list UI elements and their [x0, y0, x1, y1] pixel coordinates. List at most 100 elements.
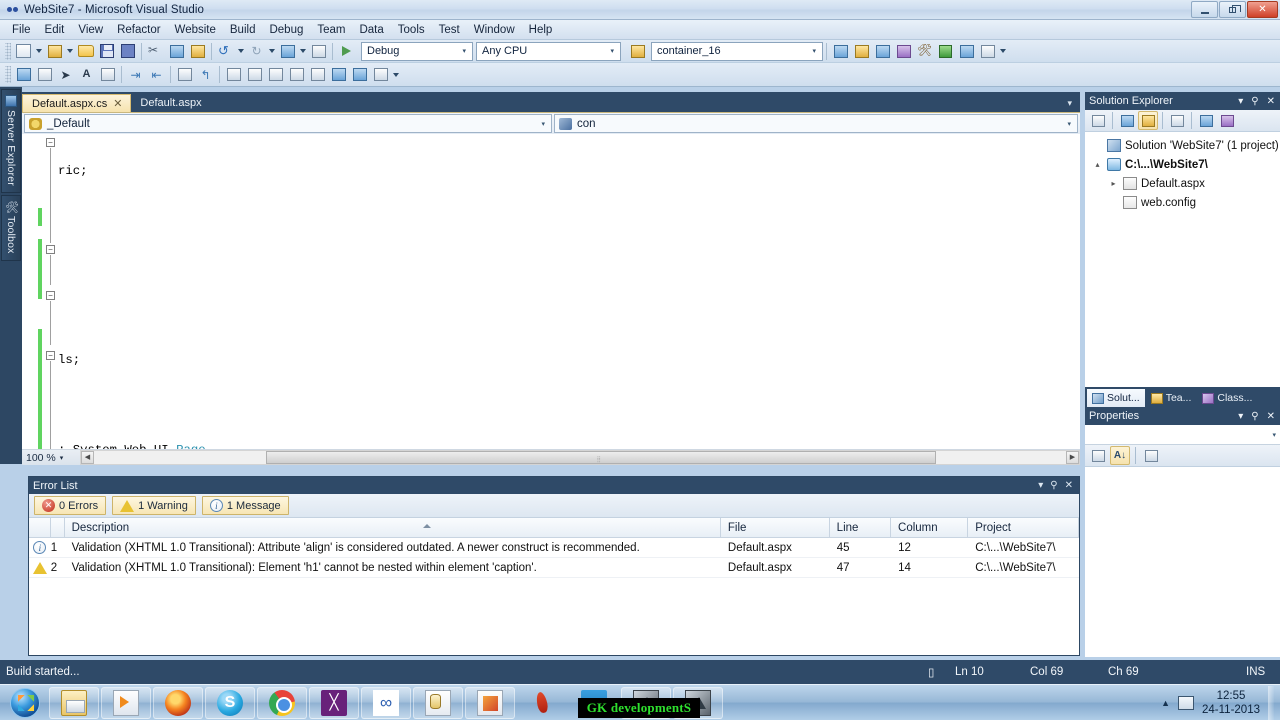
restore-button[interactable]	[1219, 1, 1246, 18]
redo-dropdown-icon[interactable]	[267, 41, 277, 61]
bookmark-folder-icon[interactable]	[307, 65, 328, 85]
start-debugging-icon[interactable]	[336, 41, 357, 61]
toolbar-gripper[interactable]	[5, 42, 11, 60]
navigate-fwd-icon[interactable]	[349, 65, 370, 85]
property-pages-icon[interactable]	[1141, 446, 1161, 465]
new-project-dropdown-icon[interactable]	[34, 41, 44, 61]
solution-configuration-combo[interactable]: Debug ▾	[361, 41, 473, 61]
scroll-right-icon[interactable]: ▶	[1066, 451, 1079, 464]
publish-icon[interactable]	[935, 41, 956, 61]
taskbar-item-firefox[interactable]	[153, 686, 203, 719]
sidebar-item-toolbox[interactable]: 🛠 Toolbox	[1, 194, 21, 261]
code-editor[interactable]: − − − − ric; ls; : System.Web.UI.Page ql…	[22, 134, 1080, 449]
tab-solution-explorer[interactable]: Solut...	[1087, 389, 1145, 407]
toolbar-gripper-2[interactable]	[5, 66, 11, 83]
toolbar-overflow-icon[interactable]	[998, 41, 1008, 61]
show-desktop-button[interactable]	[1268, 685, 1274, 720]
menu-view[interactable]: View	[71, 22, 110, 38]
paste-icon[interactable]	[187, 41, 208, 61]
pin-icon[interactable]: ⚲	[1251, 96, 1258, 107]
menu-website[interactable]: Website	[168, 22, 223, 38]
properties-page-icon[interactable]	[1088, 111, 1108, 130]
member-navigation-combo[interactable]: con ▾	[554, 114, 1078, 133]
taskbar-item-visual-studio[interactable]: ╳	[309, 686, 359, 719]
font-size-icon[interactable]: A	[76, 65, 97, 85]
next-bookmark-icon[interactable]	[265, 65, 286, 85]
tab-list-chevron-icon[interactable]: ▾	[1067, 98, 1080, 112]
menu-debug[interactable]: Debug	[262, 22, 310, 38]
menu-file[interactable]: File	[5, 22, 38, 38]
new-item-dropdown-icon[interactable]	[65, 41, 75, 61]
menu-team[interactable]: Team	[310, 22, 352, 38]
navigate-back-icon[interactable]	[328, 65, 349, 85]
save-icon[interactable]	[96, 41, 117, 61]
taskbar-item-powerpoint[interactable]	[465, 686, 515, 719]
menu-build[interactable]: Build	[223, 22, 263, 38]
table-row[interactable]: 2 Validation (XHTML 1.0 Transitional): E…	[29, 558, 1079, 578]
minimize-button[interactable]	[1191, 1, 1218, 18]
tools-icon[interactable]: 🛠	[914, 41, 935, 61]
close-icon[interactable]: ✕	[1065, 480, 1073, 491]
menu-edit[interactable]: Edit	[38, 22, 72, 38]
new-item-icon[interactable]	[44, 41, 65, 61]
view-designer-icon[interactable]	[1167, 111, 1187, 130]
navigate-backward-icon[interactable]	[277, 41, 298, 61]
start-button[interactable]	[2, 687, 48, 719]
warnings-filter-button[interactable]: 1 Warning	[112, 496, 196, 515]
tab-class-view[interactable]: Class...	[1197, 389, 1257, 407]
asp-configuration-icon[interactable]	[1217, 111, 1237, 130]
cursor-pointer-icon[interactable]: ➤	[55, 65, 76, 85]
toolbar2-overflow-icon[interactable]	[391, 65, 401, 85]
comment-selection-icon[interactable]	[97, 65, 118, 85]
errors-filter-button[interactable]: ✕ 0 Errors	[34, 496, 107, 515]
close-icon[interactable]: ✕	[113, 97, 122, 110]
pin-icon[interactable]: ⚲	[1050, 480, 1057, 491]
table-row[interactable]: i 1 Validation (XHTML 1.0 Transitional):…	[29, 538, 1079, 558]
tab-default-aspx-cs[interactable]: Default.aspx.cs ✕	[22, 94, 132, 112]
navigate-forward-icon[interactable]	[308, 41, 329, 61]
menu-help[interactable]: Help	[522, 22, 560, 38]
increase-indent-icon[interactable]: ⇥	[125, 65, 146, 85]
chevron-down-icon[interactable]: ▾	[1238, 411, 1243, 422]
taskbar-item-sql-tool[interactable]	[413, 686, 463, 719]
undo-icon[interactable]: ↺	[215, 41, 236, 61]
outline-collapse-icon[interactable]: −	[46, 291, 55, 300]
tree-item-solution[interactable]: Solution 'WebSite7' (1 project)	[1088, 136, 1280, 155]
column-header-description[interactable]: Description	[65, 517, 721, 538]
sidebar-item-server-explorer[interactable]: Server Explorer	[1, 89, 21, 193]
expander-icon[interactable]: ▴	[1092, 160, 1103, 169]
find-in-files-icon[interactable]	[627, 41, 648, 61]
new-project-icon[interactable]	[13, 41, 34, 61]
taskbar-item-infinity[interactable]: ∞	[361, 686, 411, 719]
display-tag-icon[interactable]	[13, 65, 34, 85]
toggle-all-outlining-icon[interactable]	[34, 65, 55, 85]
tree-item-project[interactable]: ▴ C:\...\WebSite7\	[1088, 155, 1280, 174]
solution-explorer-tree[interactable]: Solution 'WebSite7' (1 project) ▴ C:\...…	[1085, 132, 1280, 387]
toolbox-icon[interactable]	[893, 41, 914, 61]
messages-filter-button[interactable]: i 1 Message	[201, 496, 289, 515]
taskbar-item-flame[interactable]	[517, 687, 567, 719]
taskbar-item-chrome[interactable]	[257, 686, 307, 719]
tab-default-aspx[interactable]: Default.aspx	[131, 94, 209, 112]
close-button[interactable]: ✕	[1247, 1, 1278, 18]
navigate-dropdown-icon[interactable]	[298, 41, 308, 61]
undo-format-icon[interactable]: ↰	[195, 65, 216, 85]
chevron-down-icon[interactable]: ▾	[1038, 480, 1043, 491]
outline-collapse-icon[interactable]: −	[46, 138, 55, 147]
chevron-down-icon[interactable]: ▾	[1238, 96, 1243, 107]
column-header-project[interactable]: Project	[968, 517, 1079, 538]
column-header-line[interactable]: Line	[830, 517, 892, 538]
previous-bookmark-icon[interactable]	[244, 65, 265, 85]
save-all-icon[interactable]	[117, 41, 138, 61]
taskbar-clock[interactable]: 12:55 24-11-2013	[1202, 689, 1260, 717]
outline-collapse-icon[interactable]: −	[46, 351, 55, 360]
show-hidden-icons-icon[interactable]: ▲	[1161, 698, 1170, 708]
command-window-icon[interactable]	[977, 41, 998, 61]
tree-item-web-config[interactable]: web.config	[1088, 193, 1280, 212]
find-combo[interactable]: container_16 ▾	[651, 41, 823, 61]
cut-icon[interactable]: ✂	[145, 41, 166, 61]
categorized-view-icon[interactable]	[1088, 446, 1108, 465]
clear-bookmarks-icon[interactable]	[286, 65, 307, 85]
column-header-file[interactable]: File	[721, 517, 830, 538]
object-browser-icon[interactable]	[872, 41, 893, 61]
